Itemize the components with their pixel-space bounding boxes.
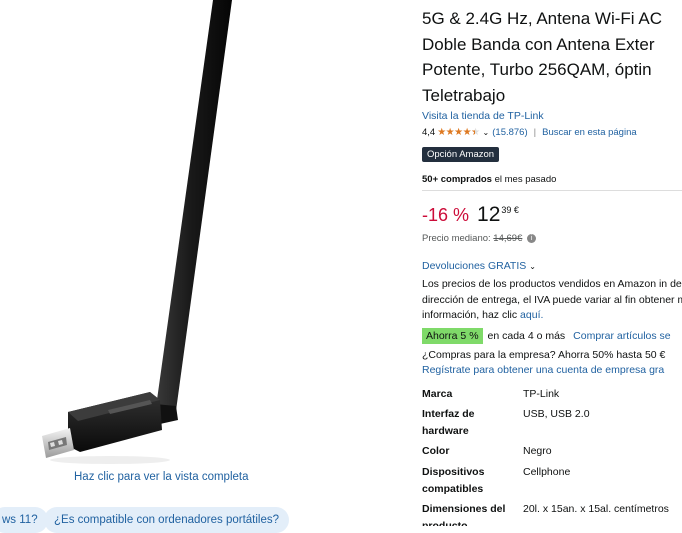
- amazon-choice-badge: Opción Amazon: [422, 147, 500, 162]
- spec-value: 20l. x 15an. x 15al. centímetros: [523, 503, 669, 515]
- median-price-label: Precio mediano:: [422, 233, 491, 244]
- returns-info: Los precios de los productos vendidos en…: [422, 277, 682, 324]
- spec-value: TP-Link: [523, 388, 560, 400]
- price-row: -16 % 12 39 €: [422, 203, 519, 227]
- returns-info-text: Los precios de los productos vendidos en…: [422, 278, 682, 321]
- buy-items-link[interactable]: Comprar artículos se: [573, 330, 670, 342]
- bought-count: 50+ comprados el mes pasado: [422, 174, 556, 185]
- product-details: 5G & 2.4G Hz, Antena Wi-Fi AC Doble Band…: [422, 0, 682, 526]
- chevron-down-icon[interactable]: ⌄: [529, 262, 536, 271]
- spec-value: Negro: [523, 445, 552, 457]
- divider: [422, 190, 682, 191]
- question-chip-windows[interactable]: ws 11?: [0, 507, 48, 533]
- price-whole: 12: [477, 203, 501, 226]
- title-line: 5G & 2.4G Hz, Antena Wi-Fi AC: [422, 9, 662, 28]
- price-fraction: 39 €: [501, 205, 519, 215]
- spec-label: Color: [422, 445, 450, 457]
- bought-count-bold: 50+ comprados: [422, 174, 492, 185]
- business-offer: ¿Compras para la empresa? Ahorra 50% has…: [422, 349, 666, 361]
- spec-value: Cellphone: [523, 466, 571, 478]
- returns-info-link[interactable]: aquí.: [520, 309, 543, 321]
- star-rating-icon[interactable]: ★★★★★★: [437, 127, 480, 138]
- info-icon[interactable]: i: [527, 233, 536, 243]
- spec-label: Dispositivos compatibles: [422, 466, 485, 495]
- chevron-down-icon[interactable]: ⌄: [483, 128, 490, 137]
- separator: |: [533, 127, 537, 138]
- bought-count-rest: el mes pasado: [494, 174, 557, 185]
- image-gallery: Haz clic para ver la vista completa ws 1…: [0, 0, 400, 533]
- median-price-value: 14,69€: [493, 233, 523, 244]
- product-image[interactable]: [0, 0, 320, 470]
- store-link[interactable]: Visita la tienda de TP-Link: [422, 110, 544, 122]
- median-price: Precio mediano: 14,69€ i: [422, 233, 536, 244]
- free-returns-label[interactable]: Devoluciones GRATIS: [422, 260, 526, 272]
- spec-label: Interfaz de hardware: [422, 408, 475, 437]
- title-line: Potente, Turbo 256QAM, óptin: [422, 60, 652, 79]
- search-page-link[interactable]: Buscar en esta página: [542, 127, 637, 138]
- business-register-link[interactable]: Regístrate para obtener una cuenta de em…: [422, 364, 664, 376]
- rating-value: 4,4: [422, 127, 436, 138]
- rating-count-link[interactable]: (15.876): [492, 127, 527, 138]
- discount-percent: -16 %: [422, 205, 470, 225]
- spec-label: Dimensiones del producto: [422, 503, 506, 526]
- view-full-image-link[interactable]: Haz clic para ver la vista completa: [74, 471, 248, 483]
- savings-text: en cada 4 o más: [487, 330, 566, 342]
- question-chip-laptop[interactable]: ¿Es compatible con ordenadores portátile…: [44, 507, 290, 533]
- free-returns-link[interactable]: Devoluciones GRATIS ⌄: [422, 260, 536, 272]
- savings-badge: Ahorra 5 %: [422, 328, 483, 344]
- title-line: Teletrabajo: [422, 85, 506, 105]
- spec-label: Marca: [422, 388, 453, 400]
- savings-row: Ahorra 5 % en cada 4 o más Comprar artíc…: [422, 328, 671, 344]
- title-line: Doble Banda con Antena Exter: [422, 34, 655, 54]
- product-title: 5G & 2.4G Hz, Antena Wi-Fi AC Doble Band…: [422, 6, 682, 108]
- rating-row: 4,4 ★★★★★★ ⌄ (15.876) | Buscar en esta p…: [422, 127, 637, 138]
- spec-value: USB, USB 2.0: [523, 408, 590, 420]
